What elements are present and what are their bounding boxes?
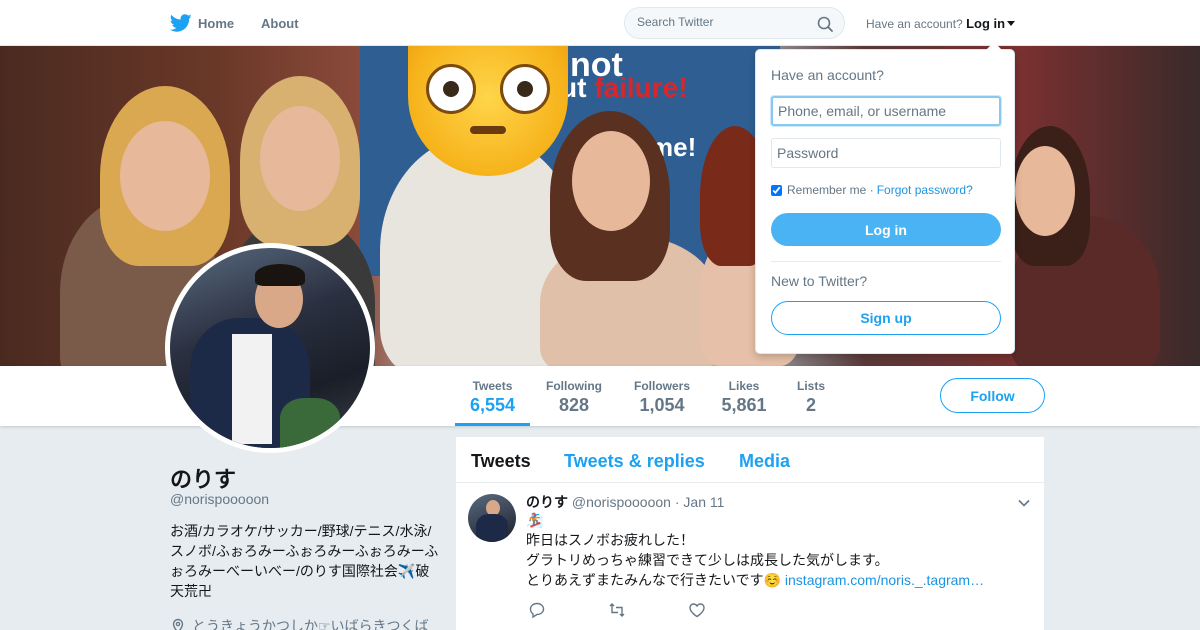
tweet-header-separator: · xyxy=(674,494,680,510)
tweet-date[interactable]: Jan 11 xyxy=(683,494,724,510)
profile-handle[interactable]: @norispooooon xyxy=(170,491,269,507)
search-input[interactable] xyxy=(637,15,807,29)
signup-button[interactable]: Sign up xyxy=(771,301,1001,335)
following-stat-label: Following xyxy=(546,379,602,393)
remember-me-label[interactable]: Remember me xyxy=(787,183,866,197)
dropdown-divider xyxy=(771,261,1001,262)
wall-sign-text-2: ut failure! xyxy=(560,72,688,104)
profile-display-name: のりす xyxy=(170,467,237,492)
following-stat[interactable]: Following 828 xyxy=(540,366,608,426)
login-dropdown-title: Have an account? xyxy=(771,67,884,83)
timeline-tabs: Tweets Tweets & replies Media xyxy=(456,437,1044,483)
reply-button[interactable] xyxy=(528,601,608,624)
profile-bio: お酒/カラオケ/サッカー/野球/テニス/水泳/スノボ/ふぉろみーふぉろみーふぉろ… xyxy=(170,523,439,599)
tweets-stat-value: 6,554 xyxy=(469,395,516,415)
likes-stat[interactable]: Likes 5,861 xyxy=(716,366,772,426)
followers-stat-label: Followers xyxy=(633,379,690,393)
username-input[interactable] xyxy=(771,96,1001,126)
tweet-item[interactable]: のりす @norispooooon · Jan 11 🏂 昨日はスノボお疲れした… xyxy=(456,483,1044,630)
tweet-author-handle[interactable]: @norispooooon xyxy=(572,494,671,510)
login-menu-label: Log in xyxy=(966,16,1006,31)
caret-down-icon xyxy=(1007,21,1016,26)
location-pin-icon xyxy=(172,618,184,630)
followers-stat-value: 1,054 xyxy=(639,395,685,415)
search-icon[interactable] xyxy=(817,16,833,32)
lists-stat[interactable]: Lists 2 xyxy=(790,366,832,426)
login-menu-toggle[interactable]: Have an account? Log in xyxy=(866,16,1016,31)
remember-separator: · xyxy=(869,183,874,197)
person-2-face xyxy=(260,106,340,211)
likes-stat-label: Likes xyxy=(728,379,760,393)
tweet-author-avatar[interactable] xyxy=(468,494,516,542)
tweet-avatar-body xyxy=(476,514,508,542)
tweet-line-2: グラトリめっちゃ練習できて少しは成長した気がします。 xyxy=(526,552,889,568)
profile-avatar[interactable] xyxy=(165,243,375,453)
lists-stat-value: 2 xyxy=(805,395,816,415)
password-input[interactable] xyxy=(771,138,1001,168)
heart-icon xyxy=(689,603,705,618)
follow-button[interactable]: Follow xyxy=(940,378,1045,413)
avatar-person-hair xyxy=(255,264,305,286)
tab-tweets[interactable]: Tweets xyxy=(471,451,531,472)
forgot-password-link[interactable]: Forgot password? xyxy=(877,183,973,197)
person-4-face xyxy=(572,131,650,231)
tweet-header: のりす @norispooooon · Jan 11 xyxy=(526,492,724,512)
tweet-line-1: 昨日はスノボお疲れした！ xyxy=(526,532,694,548)
tweets-stat-label: Tweets xyxy=(472,379,513,393)
profile-location-text: とうきょうかつしか☞いばらきつくば xyxy=(192,618,429,630)
twitter-bird-icon xyxy=(170,14,192,32)
wall-sign-word: failure! xyxy=(594,72,688,103)
avatar-background-person xyxy=(280,398,340,448)
tweet-line-3: とりあえずまたみんなで行きたいです☺️ xyxy=(526,572,782,588)
tab-tweets-and-replies[interactable]: Tweets & replies xyxy=(564,451,705,472)
reply-icon xyxy=(529,602,545,619)
new-to-twitter-text: New to Twitter? xyxy=(771,273,868,289)
person-6-face xyxy=(1015,146,1075,236)
remember-me-row: Remember me · Forgot password? xyxy=(771,183,973,197)
lists-stat-label: Lists xyxy=(796,379,825,393)
tweets-stat[interactable]: Tweets 6,554 xyxy=(455,366,530,426)
remember-me-checkbox[interactable] xyxy=(771,184,782,196)
tweet-text: 🏂 昨日はスノボお疲れした！ グラトリめっちゃ練習できて少しは成長した気がします… xyxy=(526,510,1006,590)
account-prompt-text: Have an account? xyxy=(866,17,963,31)
retweet-button[interactable] xyxy=(608,601,688,624)
emoji-left-eye xyxy=(426,64,476,114)
following-stat-value: 828 xyxy=(558,395,590,415)
tweet-instagram-link[interactable]: instagram.com/noris._.tagram… xyxy=(785,572,984,588)
person-1-face xyxy=(120,121,210,231)
timeline: Tweets Tweets & replies Media のりす @noris… xyxy=(456,437,1044,630)
emoji-mouth xyxy=(470,126,506,134)
likes-stat-value: 5,861 xyxy=(721,395,767,415)
avatar-photo xyxy=(170,248,370,448)
profile-location: とうきょうかつしか☞いばらきつくば xyxy=(170,616,429,630)
about-nav-link[interactable]: About xyxy=(261,16,299,31)
tweet-emoji-line: 🏂 xyxy=(526,512,544,528)
chevron-down-icon[interactable] xyxy=(1018,497,1030,509)
retweet-icon xyxy=(609,603,625,617)
tweet-actions xyxy=(528,601,768,624)
tweet-line-3-wrap: とりあえずまたみんなで行きたいです☺️ instagram.com/noris.… xyxy=(526,570,1006,590)
emoji-right-eye xyxy=(500,64,550,114)
tab-media[interactable]: Media xyxy=(739,451,790,472)
home-nav-label: Home xyxy=(198,15,235,31)
like-button[interactable] xyxy=(688,601,768,624)
avatar-person-shirt xyxy=(232,334,272,444)
followers-stat[interactable]: Followers 1,054 xyxy=(628,366,696,426)
search-box[interactable] xyxy=(624,7,845,39)
home-nav-link[interactable]: Home xyxy=(170,12,234,34)
login-dropdown: Have an account? Remember me · Forgot pa… xyxy=(755,42,1015,354)
login-button[interactable]: Log in xyxy=(771,213,1001,246)
tweet-author-name[interactable]: のりす xyxy=(526,494,568,510)
top-navigation-bar: Home About Have an account? Log in xyxy=(0,0,1200,46)
